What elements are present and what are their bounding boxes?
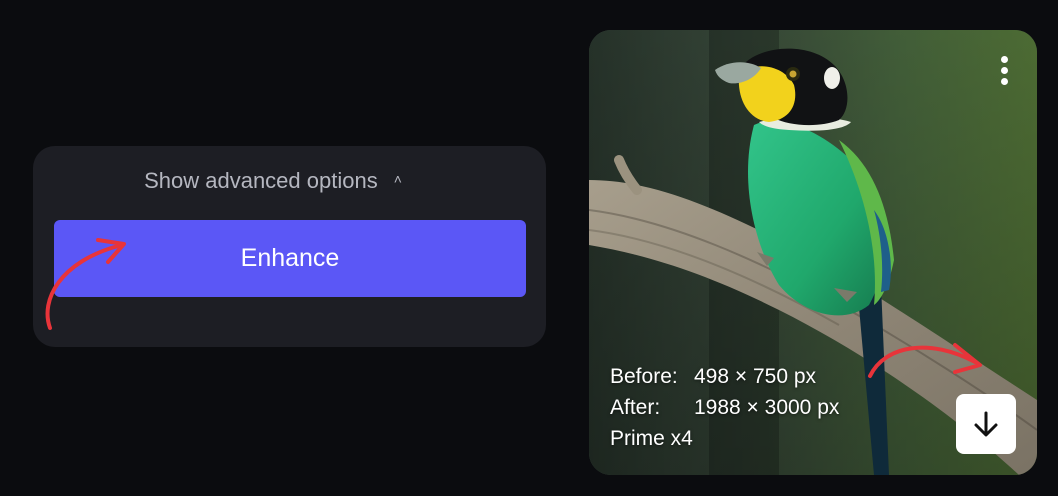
enhance-button[interactable]: Enhance [54, 220, 526, 297]
advanced-options-label: Show advanced options [144, 168, 378, 193]
chevron-up-icon: ˄ [393, 171, 402, 187]
after-label: After: [610, 396, 661, 419]
image-info: Before: 498 × 750 px After: 1988 × 3000 … [610, 361, 839, 454]
after-value: 1988 × 3000 px [694, 396, 840, 419]
app-stage: Show advanced options ˄ Enhance Before: … [0, 0, 1058, 496]
image-card: Before: 498 × 750 px After: 1988 × 3000 … [589, 30, 1037, 475]
download-button[interactable] [956, 394, 1016, 454]
advanced-options-toggle[interactable]: Show advanced options ˄ [0, 168, 546, 194]
before-label: Before: [610, 365, 678, 388]
arrow-down-icon [974, 411, 998, 437]
model-label: Prime x4 [610, 427, 693, 450]
before-value: 498 × 750 px [694, 365, 817, 388]
more-vertical-icon[interactable] [999, 56, 1009, 90]
